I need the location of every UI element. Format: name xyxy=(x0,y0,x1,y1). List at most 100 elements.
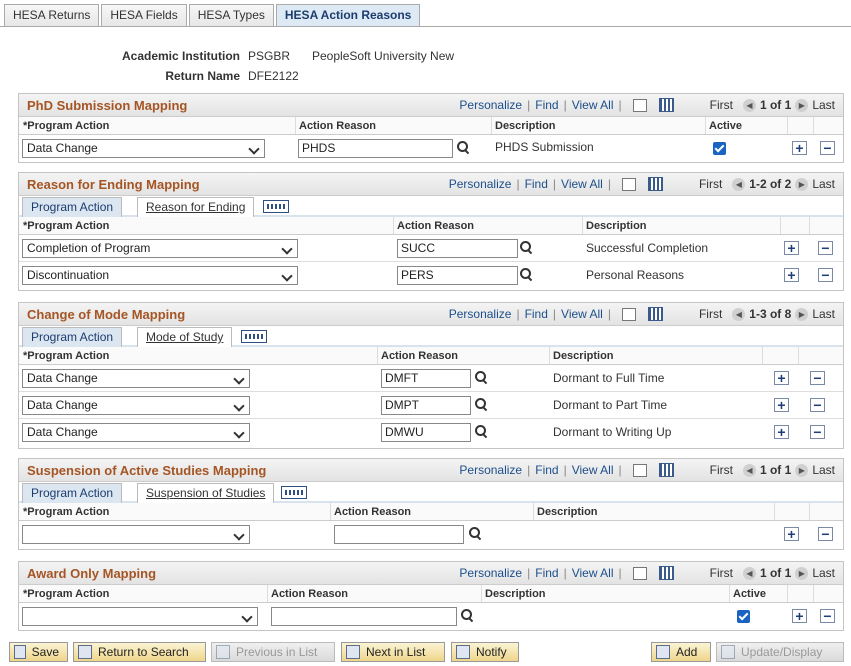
subtab-mode-of-study[interactable]: Mode of Study xyxy=(137,327,233,347)
zoom-icon[interactable] xyxy=(632,98,647,112)
next-row-icon[interactable]: ▶ xyxy=(795,566,809,580)
download-grid-icon[interactable] xyxy=(658,98,674,112)
action-reason-input[interactable]: SUCC xyxy=(397,239,518,258)
next-row-icon[interactable]: ▶ xyxy=(795,307,809,321)
search-icon[interactable] xyxy=(520,241,531,252)
action-reason-input[interactable]: DMWU xyxy=(381,423,471,442)
last-label[interactable]: Last xyxy=(812,307,835,321)
add-row-button[interactable]: + xyxy=(784,268,799,282)
search-icon[interactable] xyxy=(475,425,486,436)
delete-row-button[interactable]: − xyxy=(810,371,825,385)
add-row-button[interactable]: + xyxy=(792,609,807,623)
add-row-button[interactable]: + xyxy=(774,398,789,412)
program-action-select[interactable]: Data Change xyxy=(22,139,265,158)
program-action-select[interactable] xyxy=(22,607,258,626)
delete-row-button[interactable]: − xyxy=(820,141,835,155)
last-label[interactable]: Last xyxy=(812,177,835,191)
delete-row-button[interactable]: − xyxy=(818,241,833,255)
last-label[interactable]: Last xyxy=(812,566,835,580)
notify-button[interactable]: Notify xyxy=(451,642,519,662)
personalize-link[interactable]: Personalize xyxy=(459,463,522,477)
program-action-select[interactable]: Completion of Program xyxy=(22,239,298,258)
search-icon[interactable] xyxy=(469,527,480,538)
action-reason-input[interactable]: PHDS xyxy=(298,139,453,158)
view-all-link[interactable]: View All xyxy=(561,177,603,191)
prev-row-icon[interactable]: ◀ xyxy=(742,566,756,580)
tab-hesa-returns[interactable]: HESA Returns xyxy=(4,4,100,27)
program-action-select[interactable] xyxy=(22,525,250,544)
zoom-icon[interactable] xyxy=(632,566,647,580)
active-checkbox[interactable] xyxy=(713,142,726,155)
next-in-list-button[interactable]: Next in List xyxy=(341,642,445,662)
next-row-icon[interactable]: ▶ xyxy=(795,463,809,477)
find-link[interactable]: Find xyxy=(535,463,558,477)
tab-hesa-action-reasons[interactable]: HESA Action Reasons xyxy=(275,4,421,27)
subtab-reason-for-ending[interactable]: Reason for Ending xyxy=(137,197,255,217)
action-reason-input[interactable] xyxy=(334,525,464,544)
show-all-columns-icon[interactable] xyxy=(241,330,267,343)
return-to-search-button[interactable]: Return to Search xyxy=(73,642,206,662)
action-reason-input[interactable]: DMFT xyxy=(381,369,471,388)
view-all-link[interactable]: View All xyxy=(572,463,614,477)
find-link[interactable]: Find xyxy=(525,307,548,321)
show-all-columns-icon[interactable] xyxy=(263,200,289,213)
add-button[interactable]: Add xyxy=(651,642,711,662)
last-label[interactable]: Last xyxy=(812,463,835,477)
last-label[interactable]: Last xyxy=(812,98,835,112)
delete-row-button[interactable]: − xyxy=(810,398,825,412)
prev-row-icon[interactable]: ◀ xyxy=(742,463,756,477)
first-label[interactable]: First xyxy=(699,307,722,321)
view-all-link[interactable]: View All xyxy=(572,566,614,580)
next-row-icon[interactable]: ▶ xyxy=(795,98,809,112)
add-row-button[interactable]: + xyxy=(774,425,789,439)
add-row-button[interactable]: + xyxy=(784,241,799,255)
next-row-icon[interactable]: ▶ xyxy=(795,177,809,191)
first-label[interactable]: First xyxy=(710,98,733,112)
subtab-program-action[interactable]: Program Action xyxy=(22,483,123,503)
add-row-button[interactable]: + xyxy=(774,371,789,385)
active-checkbox[interactable] xyxy=(737,610,750,623)
personalize-link[interactable]: Personalize xyxy=(449,177,512,191)
prev-row-icon[interactable]: ◀ xyxy=(742,98,756,112)
program-action-select[interactable]: Discontinuation xyxy=(22,266,298,285)
zoom-icon[interactable] xyxy=(621,177,636,191)
action-reason-input[interactable]: DMPT xyxy=(381,396,471,415)
view-all-link[interactable]: View All xyxy=(572,98,614,112)
search-icon[interactable] xyxy=(520,268,531,279)
search-icon[interactable] xyxy=(457,141,468,152)
first-label[interactable]: First xyxy=(710,566,733,580)
show-all-columns-icon[interactable] xyxy=(281,486,307,499)
delete-row-button[interactable]: − xyxy=(818,527,833,541)
personalize-link[interactable]: Personalize xyxy=(459,98,522,112)
download-grid-icon[interactable] xyxy=(658,566,674,580)
subtab-program-action[interactable]: Program Action xyxy=(22,197,123,217)
zoom-icon[interactable] xyxy=(621,307,636,321)
find-link[interactable]: Find xyxy=(535,98,558,112)
first-label[interactable]: First xyxy=(699,177,722,191)
find-link[interactable]: Find xyxy=(525,177,548,191)
program-action-select[interactable]: Data Change xyxy=(22,396,250,415)
tab-hesa-fields[interactable]: HESA Fields xyxy=(101,4,187,27)
delete-row-button[interactable]: − xyxy=(810,425,825,439)
subtab-suspension-of-studies[interactable]: Suspension of Studies xyxy=(137,483,275,503)
subtab-program-action[interactable]: Program Action xyxy=(22,327,123,347)
program-action-select[interactable]: Data Change xyxy=(22,423,250,442)
delete-row-button[interactable]: − xyxy=(818,268,833,282)
search-icon[interactable] xyxy=(475,398,486,409)
update-display-button[interactable]: Update/Display xyxy=(716,642,844,662)
action-reason-input[interactable] xyxy=(271,607,457,626)
download-grid-icon[interactable] xyxy=(647,177,663,191)
add-row-button[interactable]: + xyxy=(784,527,799,541)
save-button[interactable]: Save xyxy=(9,642,68,662)
search-icon[interactable] xyxy=(475,371,486,382)
add-row-button[interactable]: + xyxy=(792,141,807,155)
zoom-icon[interactable] xyxy=(632,463,647,477)
view-all-link[interactable]: View All xyxy=(561,307,603,321)
personalize-link[interactable]: Personalize xyxy=(459,566,522,580)
previous-in-list-button[interactable]: Previous in List xyxy=(211,642,335,662)
download-grid-icon[interactable] xyxy=(647,307,663,321)
download-grid-icon[interactable] xyxy=(658,463,674,477)
prev-row-icon[interactable]: ◀ xyxy=(732,307,746,321)
personalize-link[interactable]: Personalize xyxy=(449,307,512,321)
delete-row-button[interactable]: − xyxy=(820,609,835,623)
